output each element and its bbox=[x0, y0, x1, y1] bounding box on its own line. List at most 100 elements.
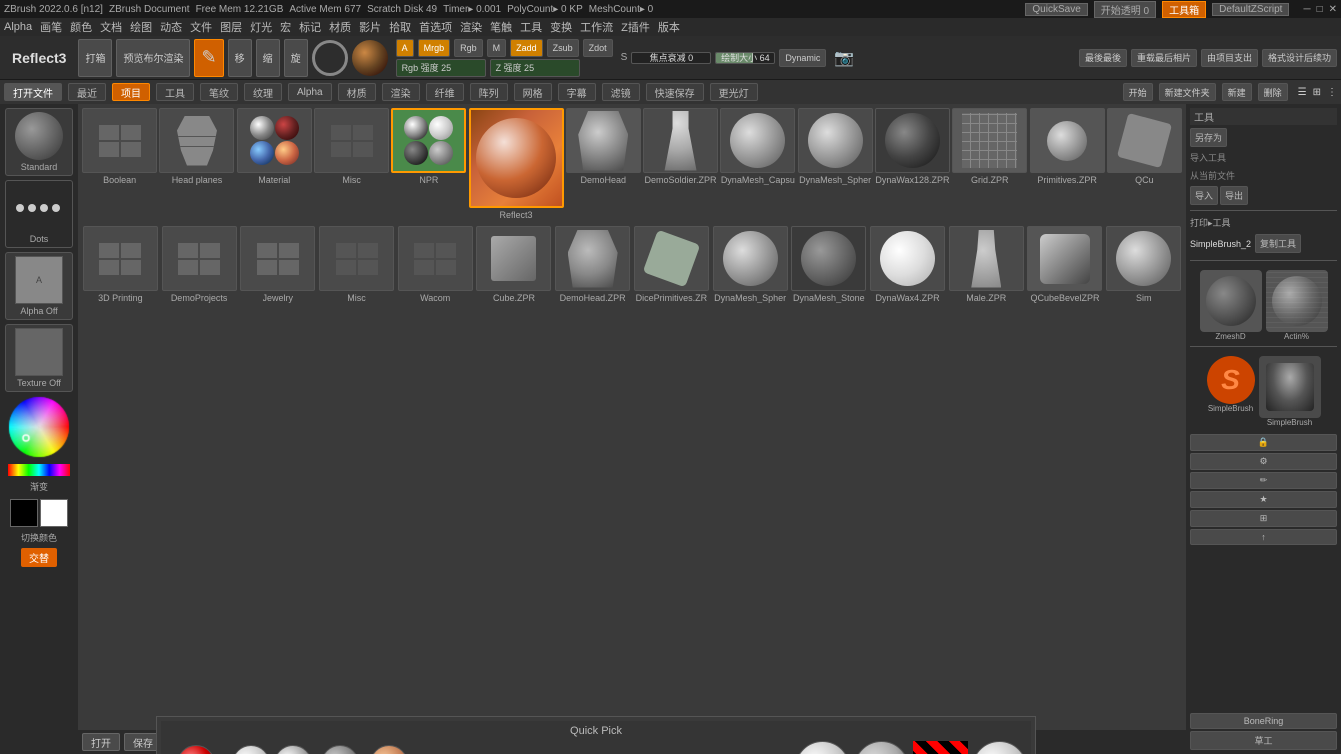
tab-open-file[interactable]: 打开文件 bbox=[4, 83, 62, 101]
menu-stroke[interactable]: 笔触 bbox=[490, 19, 512, 35]
browser-item-boolean[interactable]: Boolean bbox=[82, 108, 157, 220]
move-btn[interactable]: 移 bbox=[228, 39, 252, 77]
browser-item-qcu[interactable]: QCu bbox=[1107, 108, 1182, 220]
export-btn[interactable]: 导出 bbox=[1220, 186, 1248, 205]
delete-btn[interactable]: 删除 bbox=[1258, 83, 1288, 101]
menu-layer[interactable]: 图层 bbox=[220, 19, 242, 35]
draw-size-slider[interactable]: 绘制大小 64 bbox=[715, 52, 775, 64]
browser-item-male[interactable]: Male.ZPR bbox=[948, 226, 1025, 303]
camera-icon[interactable]: 📷 bbox=[834, 48, 854, 68]
browser-item-head-planes[interactable]: Head planes bbox=[159, 108, 234, 220]
browser-item-sim[interactable]: Sim bbox=[1105, 226, 1182, 303]
grasswork-btn[interactable]: 草工 bbox=[1190, 731, 1337, 750]
browser-item-dynawax128[interactable]: DynaWax128.ZPR bbox=[875, 108, 950, 220]
focal-slider[interactable]: 焦点衰减 0 bbox=[631, 52, 711, 64]
start-btn[interactable]: 开始 bbox=[1123, 83, 1153, 101]
menu-alpha[interactable]: Alpha bbox=[4, 21, 32, 33]
grid-icon-btn[interactable]: ⊞ bbox=[1190, 510, 1337, 527]
simple-brush-icon-2[interactable]: SimpleBrush bbox=[1259, 356, 1321, 427]
menu-transform[interactable]: 变换 bbox=[550, 19, 572, 35]
menu-color[interactable]: 颜色 bbox=[70, 19, 92, 35]
color-swatch[interactable] bbox=[8, 396, 70, 458]
tool-icon-zmesh[interactable]: ZmeshD bbox=[1200, 270, 1262, 341]
browser-item-dyna-stone[interactable]: DynaMesh_Stone bbox=[790, 226, 867, 303]
browser-item-demohead[interactable]: DemoHead bbox=[566, 108, 641, 220]
tab-fiber[interactable]: 纤维 bbox=[426, 83, 464, 101]
qp-item-matcap-gray[interactable]: MatCap Gray bbox=[316, 745, 364, 754]
browser-item-dyna-capsu[interactable]: DynaMesh_Capsu bbox=[720, 108, 795, 220]
zdot-btn[interactable]: Zdot bbox=[583, 39, 613, 57]
tab-tool[interactable]: 工具 bbox=[156, 83, 194, 101]
qp-extra-2[interactable] bbox=[854, 741, 909, 754]
s-control[interactable]: S bbox=[621, 52, 628, 63]
qp-item-skinshade4[interactable]: SkinShade4 bbox=[367, 745, 410, 754]
browser-item-demosoldier[interactable]: DemoSoldier.ZPR bbox=[643, 108, 718, 220]
tab-light[interactable]: 更光灯 bbox=[710, 83, 758, 101]
tab-array[interactable]: 阵列 bbox=[470, 83, 508, 101]
editbox-btn[interactable]: 打箱 bbox=[78, 39, 112, 77]
black-swatch[interactable] bbox=[10, 499, 38, 527]
list-view-icon[interactable]: ☰ bbox=[1298, 87, 1307, 98]
browser-item-dynawax4[interactable]: DynaWax4.ZPR bbox=[869, 226, 946, 303]
extra2-btn[interactable]: 格式设计后续功 bbox=[1262, 49, 1337, 67]
render-btn[interactable]: 预览布尔渲染 bbox=[116, 39, 190, 77]
star-icon-btn[interactable]: ★ bbox=[1190, 491, 1337, 508]
menu-macro[interactable]: 宏 bbox=[280, 19, 291, 35]
tab-material[interactable]: 材质 bbox=[338, 83, 376, 101]
grid-view-icon[interactable]: ⊞ bbox=[1313, 87, 1321, 98]
sphere-preview-icon[interactable] bbox=[352, 40, 388, 76]
save-as-btn[interactable]: 另存为 bbox=[1190, 128, 1227, 147]
half-transparent[interactable]: 开始透明 0 bbox=[1094, 1, 1156, 18]
new-folder-btn[interactable]: 新建文件夹 bbox=[1159, 83, 1216, 101]
simple-brush-icon-1[interactable]: S SimpleBrush bbox=[1207, 356, 1255, 427]
browser-item-misc-1[interactable]: Misc bbox=[314, 108, 389, 220]
maximize-icon[interactable]: □ bbox=[1317, 4, 1323, 15]
tab-mesh[interactable]: 网格 bbox=[514, 83, 552, 101]
browser-item-jewelry[interactable]: Jewelry bbox=[239, 226, 316, 303]
browser-item-qcubebevel[interactable]: QCubeBevelZPR bbox=[1027, 226, 1104, 303]
browser-item-primitives[interactable]: Primitives.ZPR bbox=[1029, 108, 1104, 220]
default-zscript[interactable]: DefaultZScript bbox=[1212, 3, 1289, 16]
circle-icon[interactable] bbox=[312, 40, 348, 76]
copy-tool-btn[interactable]: 复制工具 bbox=[1255, 234, 1301, 253]
tab-quicksave[interactable]: 快速保存 bbox=[646, 83, 704, 101]
up-icon-btn[interactable]: ↑ bbox=[1190, 529, 1337, 545]
menu-document[interactable]: 文档 bbox=[100, 19, 122, 35]
exchange-btn[interactable]: 交替 bbox=[21, 548, 57, 567]
zsub-btn[interactable]: Zsub bbox=[547, 39, 579, 57]
tab-alpha[interactable]: Alpha bbox=[288, 83, 332, 101]
qp-extra-1[interactable] bbox=[795, 741, 850, 754]
alpha-preview[interactable]: A Alpha Off bbox=[5, 252, 73, 320]
tab-subtitle[interactable]: 字幕 bbox=[558, 83, 596, 101]
brush-preset[interactable]: Standard bbox=[5, 108, 73, 176]
minimize-icon[interactable]: ─ bbox=[1303, 4, 1310, 15]
menu-prefs[interactable]: 首选项 bbox=[419, 19, 452, 35]
menu-marker[interactable]: 标记 bbox=[299, 19, 321, 35]
scale-btn[interactable]: 缩 bbox=[256, 39, 280, 77]
menu-material[interactable]: 材质 bbox=[329, 19, 351, 35]
import-btn[interactable]: 导入 bbox=[1190, 186, 1218, 205]
m-btn[interactable]: M bbox=[487, 39, 507, 57]
browser-item-demohead-zpr[interactable]: DemoHead.ZPR bbox=[554, 226, 631, 303]
zadd-btn[interactable]: Zadd bbox=[510, 39, 543, 57]
browser-item-wacom[interactable]: Wacom bbox=[397, 226, 474, 303]
settings-icon-btn[interactable]: ⚙ bbox=[1190, 453, 1337, 470]
tab-texture[interactable]: 纹理 bbox=[244, 83, 282, 101]
menu-light[interactable]: 灯光 bbox=[250, 19, 272, 35]
new-btn[interactable]: 新建 bbox=[1222, 83, 1252, 101]
quick-save-btn[interactable]: QuickSave bbox=[1025, 3, 1087, 16]
tool-icon-actin[interactable]: Actin% bbox=[1266, 270, 1328, 341]
browser-item-material[interactable]: Material bbox=[237, 108, 312, 220]
menu-pick[interactable]: 拾取 bbox=[389, 19, 411, 35]
menu-tool[interactable]: 工具 bbox=[520, 19, 542, 35]
last-btn[interactable]: 最後最後 bbox=[1079, 49, 1127, 67]
tab-render[interactable]: 渲染 bbox=[382, 83, 420, 101]
qp-extra-red-pattern[interactable] bbox=[913, 741, 968, 754]
options-icon[interactable]: ⋮ bbox=[1327, 87, 1337, 98]
browser-item-demoprojects[interactable]: DemoProjects bbox=[161, 226, 238, 303]
brush-icon-btn[interactable]: ✏ bbox=[1190, 472, 1337, 489]
menu-file[interactable]: 文件 bbox=[190, 19, 212, 35]
browser-item-cube[interactable]: Cube.ZPR bbox=[476, 226, 553, 303]
dynamic-btn[interactable]: Dynamic bbox=[779, 49, 826, 67]
menu-zplugin[interactable]: Z插件 bbox=[621, 19, 650, 35]
